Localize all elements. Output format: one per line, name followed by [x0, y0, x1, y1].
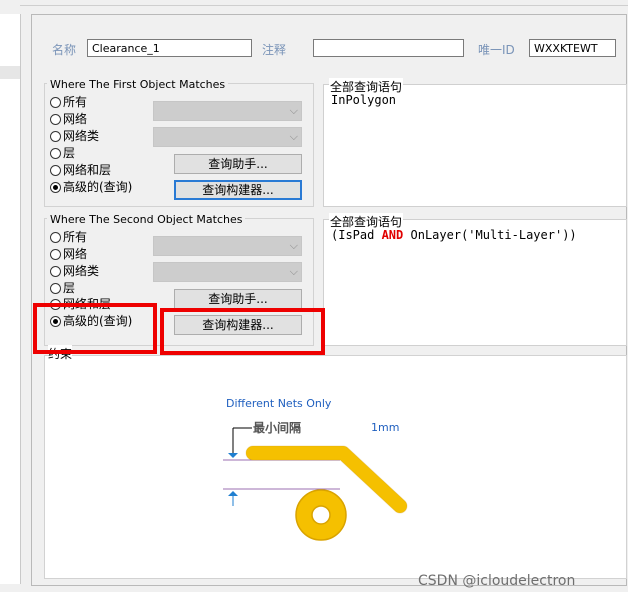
pad-hole: [311, 505, 331, 525]
radio-label: 网络: [63, 247, 88, 261]
comment-input[interactable]: [313, 39, 464, 57]
first-radio-all[interactable]: 所有: [50, 94, 132, 111]
radio-icon[interactable]: [50, 232, 61, 243]
top-divider: [20, 5, 628, 6]
radio-icon[interactable]: [50, 97, 61, 108]
bottom-strip: [0, 592, 628, 599]
chevron-down-icon: ⌵: [289, 265, 298, 278]
query-text-open: (IsPad: [331, 228, 382, 242]
different-nets-only-label: Different Nets Only: [226, 397, 332, 410]
radio-icon[interactable]: [50, 148, 61, 159]
radio-label: 网络类: [63, 264, 100, 278]
radio-label: 网络和层: [63, 163, 112, 177]
first-object-radio-list: 所有 网络 网络类 层 网络和层 高级的(查询): [50, 94, 132, 196]
tree-selected-row[interactable]: [0, 66, 20, 79]
chevron-down-icon: ⌵: [289, 239, 298, 252]
radio-icon[interactable]: [50, 165, 61, 176]
clearance-diagram: [223, 427, 408, 541]
first-full-query-text: InPolygon: [331, 93, 397, 107]
second-combo-1[interactable]: ⌵: [153, 236, 302, 256]
second-radio-net-class[interactable]: 网络类: [50, 263, 132, 280]
name-input[interactable]: Clearance_1: [87, 39, 252, 57]
first-combo-1[interactable]: ⌵: [153, 101, 302, 121]
radio-icon[interactable]: [50, 131, 61, 142]
second-radio-net[interactable]: 网络: [50, 246, 132, 263]
first-object-group-title: Where The First Object Matches: [47, 78, 229, 91]
second-query-helper-button[interactable]: 查询助手...: [174, 289, 302, 309]
first-combo-2[interactable]: ⌵: [153, 127, 302, 147]
query-keyword-and: AND: [381, 228, 404, 242]
radio-label: 网络类: [63, 129, 100, 143]
radio-icon[interactable]: [50, 249, 61, 260]
chevron-down-icon: ⌵: [289, 130, 298, 143]
second-object-group-title: Where The Second Object Matches: [47, 213, 246, 226]
radio-selected-icon[interactable]: [50, 182, 61, 193]
first-radio-net[interactable]: 网络: [50, 111, 132, 128]
first-radio-net-class[interactable]: 网络类: [50, 128, 132, 145]
second-full-query-text: (IsPad AND OnLayer('Multi-Layer')): [331, 228, 577, 242]
radio-icon[interactable]: [50, 266, 61, 277]
first-query-builder-button[interactable]: 查询构建器...: [174, 180, 302, 200]
highlight-query-builder-button: [160, 308, 325, 355]
radio-label: 所有: [63, 230, 88, 244]
radio-label: 高级的(查询): [63, 180, 133, 194]
unique-id-input[interactable]: WXXKTEWT: [529, 39, 616, 57]
first-radio-net-and-layer[interactable]: 网络和层: [50, 162, 132, 179]
first-radio-layer[interactable]: 层: [50, 145, 132, 162]
chevron-down-icon: ⌵: [289, 104, 298, 117]
first-query-helper-button[interactable]: 查询助手...: [174, 154, 302, 174]
second-combo-2[interactable]: ⌵: [153, 262, 302, 282]
highlight-advanced-query-radio: [33, 303, 157, 354]
name-label: 名称: [52, 43, 77, 57]
radio-label: 层: [63, 146, 76, 160]
second-radio-layer[interactable]: 层: [50, 280, 132, 297]
watermark-text: CSDN @icloudelectron: [418, 573, 576, 589]
radio-icon[interactable]: [50, 114, 61, 125]
radio-label: 层: [63, 281, 76, 295]
second-radio-all[interactable]: 所有: [50, 229, 132, 246]
radio-label: 网络: [63, 112, 88, 126]
left-tree-panel[interactable]: [0, 14, 21, 584]
query-text-rest: OnLayer('Multi-Layer')): [403, 228, 577, 242]
radio-label: 所有: [63, 95, 88, 109]
radio-icon[interactable]: [50, 283, 61, 294]
first-radio-advanced-query[interactable]: 高级的(查询): [50, 179, 132, 196]
comment-label: 注释: [262, 43, 287, 57]
unique-id-label: 唯一ID: [478, 43, 515, 57]
